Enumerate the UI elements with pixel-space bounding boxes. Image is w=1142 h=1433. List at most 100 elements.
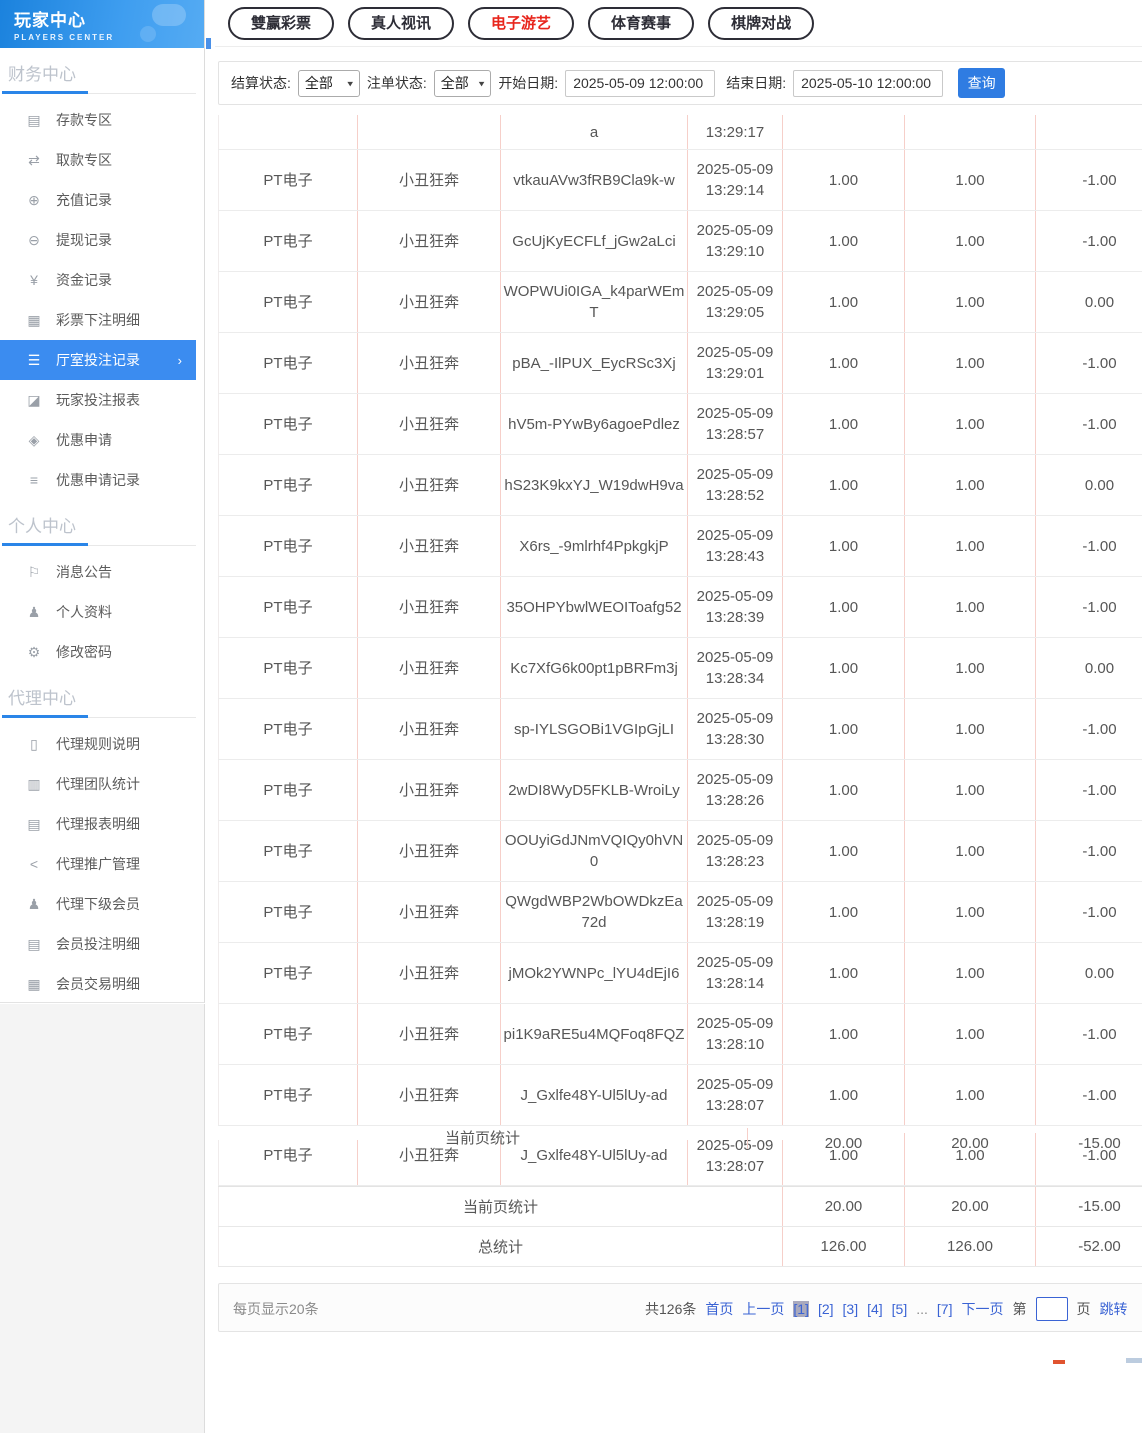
cell-order: 2wDI8WyD5FKLB-WroiLy <box>501 760 688 820</box>
sidebar-item-agent-sub-members[interactable]: ♟ 代理下级会员 <box>0 884 204 924</box>
sidebar-item-recharge-bag[interactable]: ⊕ 充值记录 <box>0 180 204 220</box>
sidebar-item-agent-report-detail[interactable]: ▤ 代理报表明细 <box>0 804 204 844</box>
sidebar-item-player-bet-report[interactable]: ◪ 玩家投注报表 <box>0 380 204 420</box>
sidebar-item-member-bet-detail[interactable]: ▤ 会员投注明细 <box>0 924 204 964</box>
sidebar-item-funds-record[interactable]: ¥ 资金记录 <box>0 260 204 300</box>
cell-game: 小丑狂奔 <box>358 272 501 332</box>
jump-button[interactable]: 跳转 <box>1100 1299 1128 1319</box>
cell-time: 2025-05-09 13:28:30 <box>688 699 783 759</box>
cell-order: QWgdWBP2WbOWDkzEa72d <box>501 882 688 942</box>
agent-team-stats-icon: ▥ <box>27 775 41 792</box>
cell-valid: 1.00 <box>905 760 1036 820</box>
time-date: 2025-05-09 <box>696 832 774 849</box>
chevron-right-icon: › <box>177 352 182 368</box>
table-row: PT电子 小丑狂奔 vtkauAVw3fRB9Cla9k-w 2025-05-09 13… <box>218 150 1142 211</box>
table-row: PT电子 小丑狂奔 hV5m-PYwBy6agoePdlez 2025-05-09 13… <box>218 394 1142 455</box>
page-link-5[interactable]: [5] <box>892 1301 908 1317</box>
tab-电子游艺[interactable]: 电子游艺 <box>468 6 575 40</box>
cell-order-tail: a <box>501 115 688 149</box>
cell-game <box>358 115 501 149</box>
page-link-3[interactable]: [3] <box>843 1301 859 1317</box>
time-clock: 13:28:10 <box>705 1036 765 1053</box>
sidebar-item-withdrawal-record[interactable]: ⊖ 提现记录 <box>0 220 204 260</box>
cell-time: 2025-05-09 13:28:57 <box>688 394 783 454</box>
end-date-input[interactable] <box>793 69 944 97</box>
sidebar-item-label: 优惠申请记录 <box>56 472 140 488</box>
cell-hall: PT电子 <box>218 516 358 576</box>
sidebar-item-announcement-bell[interactable]: ⚐ 消息公告 <box>0 552 204 592</box>
sidebar-scrollbar-thumb[interactable] <box>206 38 211 49</box>
sidebar-section-title: 个人中心 <box>8 517 76 536</box>
cell-valid: 1.00 <box>905 455 1036 515</box>
cell-game: 小丑狂奔 <box>358 211 501 271</box>
table-row: PT电子 小丑狂奔 X6rs_-9mlrhf4PpkgkjP 2025-05-09 13… <box>218 516 1142 577</box>
next-page-link[interactable]: 下一页 <box>962 1299 1004 1319</box>
time-clock: 13:28:39 <box>705 609 765 626</box>
time-clock: 13:29:10 <box>705 243 765 260</box>
cell-time: 2025-05-09 13:29:01 <box>688 333 783 393</box>
cell-bet: 1.00 <box>783 760 905 820</box>
time-clock: 13:28:19 <box>705 914 765 931</box>
jump-page-input[interactable] <box>1035 1297 1068 1321</box>
page-link-1[interactable]: [1] <box>793 1301 809 1317</box>
search-button[interactable]: 查询 <box>958 68 1006 98</box>
settle-status-select[interactable]: 全部 ▾ <box>297 69 360 97</box>
sidebar-item-promo-apply[interactable]: ◈ 优惠申请 <box>0 420 204 460</box>
cell-profit: -1.00 <box>1036 516 1142 576</box>
per-page-label: 每页显示20条 <box>233 1301 319 1317</box>
sidebar-item-label: 代理团队统计 <box>56 776 140 792</box>
time-date: 2025-05-09 <box>696 954 774 971</box>
page-link-4[interactable]: [4] <box>867 1301 883 1317</box>
sidebar-item-label: 个人资料 <box>56 604 112 620</box>
cell-time: 2025-05-09 13:29:05 <box>688 272 783 332</box>
order-status-select[interactable]: 全部 ▾ <box>433 69 492 97</box>
tab-雙赢彩票[interactable]: 雙赢彩票 <box>228 6 335 40</box>
time-date: 2025-05-09 <box>696 283 774 300</box>
page-link-7[interactable]: [7] <box>937 1301 953 1317</box>
cell-bet: 1.00 <box>783 882 905 942</box>
filter-bar: 结算状态: 全部 ▾ 注单状态: 全部 ▾ 开始日期: 结束日期: 查询 <box>218 61 1142 105</box>
summary-bet: 20.00 <box>783 1187 905 1226</box>
summary-label: 总统计 <box>218 1227 783 1266</box>
sidebar-item-deposit-card[interactable]: ▤ 存款专区 <box>0 100 204 140</box>
sidebar-item-agent-rules-doc[interactable]: ▯ 代理规则说明 <box>0 724 204 764</box>
jump-prefix-label: 第 <box>1012 1301 1027 1317</box>
sidebar-item-member-transaction-detail[interactable]: ▦ 会员交易明细 <box>0 964 204 1004</box>
page-link-2[interactable]: [2] <box>818 1301 834 1317</box>
sidebar-item-password-gear[interactable]: ⚙ 修改密码 <box>0 632 204 672</box>
cell-valid: 1.00 <box>905 638 1036 698</box>
time-clock: 13:28:57 <box>705 426 765 443</box>
prev-page-link[interactable]: 上一页 <box>742 1299 784 1319</box>
sidebar-item-withdraw-hand[interactable]: ⇄ 取款专区 <box>0 140 204 180</box>
sidebar-item-promo-apply-record[interactable]: ≡ 优惠申请记录 <box>0 460 204 500</box>
first-page-link[interactable]: 首页 <box>705 1299 733 1319</box>
sidebar-item-agent-promotion-share[interactable]: < 代理推广管理 <box>0 844 204 884</box>
cell-profit: 0.00 <box>1036 272 1142 332</box>
sidebar-item-agent-team-stats[interactable]: ▥ 代理团队统计 <box>0 764 204 804</box>
sidebar-item-profile-user[interactable]: ♟ 个人资料 <box>0 592 204 632</box>
time-date: 2025-05-09 <box>696 771 774 788</box>
start-date-input[interactable] <box>565 69 716 97</box>
cell-hall: PT电子 <box>218 333 358 393</box>
tab-真人视讯[interactable]: 真人视讯 <box>348 6 455 40</box>
sidebar-section-underline <box>2 715 196 718</box>
time-clock: 13:28:23 <box>705 853 765 870</box>
time-date: 2025-05-09 <box>696 405 774 422</box>
sidebar-item-lottery-bet-detail[interactable]: ▦ 彩票下注明细 <box>0 300 204 340</box>
cell-valid <box>905 115 1036 149</box>
cell-hall: PT电子 <box>218 699 358 759</box>
sidebar-item-label: 代理报表明细 <box>56 816 140 832</box>
cell-valid: 1.00 <box>905 211 1036 271</box>
time-date: 2025-05-09 <box>696 222 774 239</box>
cell-time: 2025-05-09 13:28:10 <box>688 1004 783 1064</box>
cell-game: 小丑狂奔 <box>358 821 501 881</box>
cell-order: hS23K9kxYJ_W19dwH9va <box>501 455 688 515</box>
sidebar-item-hall-bet-record[interactable]: ☰ 厅室投注记录 › <box>0 340 196 380</box>
recharge-bag-icon: ⊕ <box>28 191 40 208</box>
cell-time: 2025-05-09 13:28:34 <box>688 638 783 698</box>
tab-棋牌对战[interactable]: 棋牌对战 <box>708 6 815 40</box>
tab-体育赛事[interactable]: 体育赛事 <box>588 6 695 40</box>
cell-profit <box>1036 115 1142 149</box>
app-subtitle: PLAYERS CENTER <box>14 33 115 42</box>
cell-game: 小丑狂奔 <box>358 760 501 820</box>
